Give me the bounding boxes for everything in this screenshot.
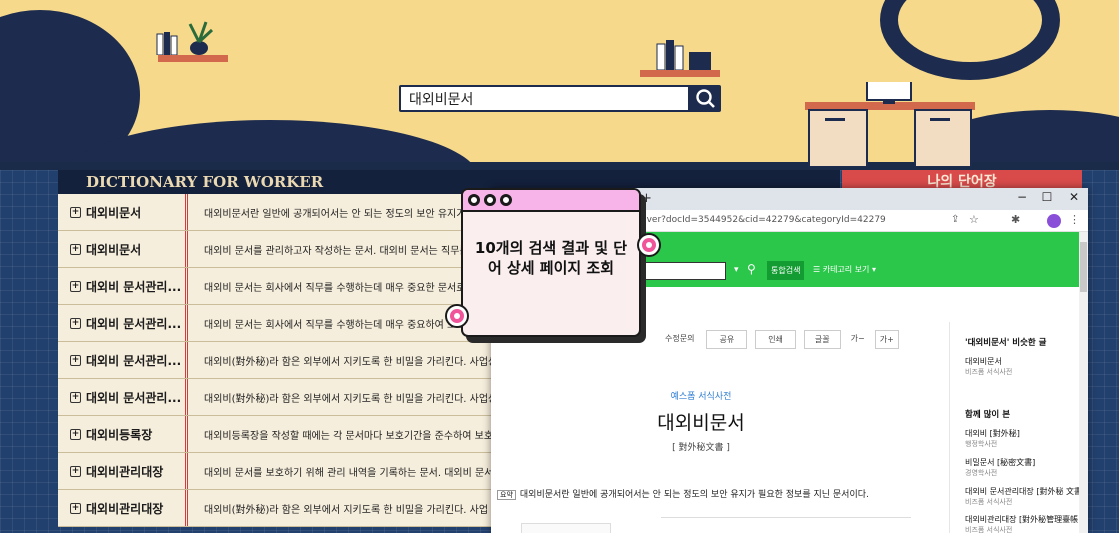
- popular-item-source: 비즈폼 서식사전: [965, 526, 1013, 533]
- result-word[interactable]: 대외비관리대장: [86, 500, 163, 517]
- font-button[interactable]: 글꼴: [803, 330, 841, 349]
- profile-avatar[interactable]: [1047, 214, 1061, 228]
- result-word[interactable]: 대외비관리대장: [86, 463, 163, 480]
- article-hanja: [ 對外秘文書 ]: [672, 443, 730, 453]
- similar-title: '대외비문서' 비슷한 글: [965, 338, 1047, 348]
- summary-text: 대외비문서란 일반에 공개되어서는 안 되는 정도의 보안 유지가 필요한 정보…: [519, 490, 869, 500]
- window-dot-icon: [484, 194, 496, 206]
- article-headword: 대외비문서: [657, 412, 745, 434]
- search-icon[interactable]: ⚲: [747, 262, 756, 276]
- new-tab-button[interactable]: +: [641, 191, 652, 206]
- scrollbar[interactable]: [1079, 232, 1088, 533]
- result-word[interactable]: 대외비문서: [86, 241, 141, 258]
- popular-item-source: 비즈폼 서식사전: [965, 498, 1013, 506]
- popular-item[interactable]: 비밀문서 [秘密文書] 경영학사전: [965, 457, 1035, 478]
- add-word-icon[interactable]: +: [70, 317, 81, 329]
- popular-item[interactable]: 대외비 문서관리대장 [對外秘 文書 비즈폼 서식사전: [965, 486, 1082, 507]
- sidebar-divider: [949, 322, 950, 533]
- pin-marker-icon: [639, 235, 659, 255]
- plant-icon: [180, 18, 218, 56]
- search-input[interactable]: [401, 87, 688, 110]
- print-button[interactable]: 인쇄: [755, 330, 796, 349]
- callout-text: 10개의 검색 결과 및 단어 상세 페이지 조회: [474, 239, 628, 277]
- add-word-icon[interactable]: +: [70, 243, 81, 255]
- popular-item-title[interactable]: 대외비관리대장 [對外秘管理臺帳: [965, 514, 1078, 525]
- integrated-search-button[interactable]: 통합검색: [767, 261, 805, 280]
- add-word-icon[interactable]: +: [70, 465, 81, 477]
- maximize-button[interactable]: ☐: [1036, 190, 1058, 204]
- decor-shelf-left: [158, 55, 228, 62]
- popular-item[interactable]: 대외비 [對外秘] 행정학사전: [965, 428, 1020, 449]
- share-button[interactable]: 공유: [706, 330, 748, 349]
- popular-item-source: 경영학사전: [965, 469, 998, 477]
- article-divider: [661, 517, 911, 518]
- related-sidebar: '대외비문서' 비슷한 글 대외비문서 비즈폼 서식사전 함께 많이 본 대외비…: [951, 322, 1082, 533]
- popular-item-source: 행정학사전: [965, 440, 998, 448]
- search-icon: [696, 89, 715, 108]
- font-decrease-button[interactable]: 가−: [849, 330, 867, 349]
- share-icon[interactable]: ⇪: [951, 214, 959, 225]
- add-word-icon[interactable]: +: [70, 502, 81, 514]
- bookmark-star-icon[interactable]: ☆: [969, 213, 979, 226]
- callout-window: 10개의 검색 결과 및 단어 상세 페이지 조회: [461, 188, 641, 337]
- similar-item-title[interactable]: 대외비문서: [965, 356, 1012, 367]
- minimize-button[interactable]: −: [1011, 190, 1033, 204]
- result-word[interactable]: 대외비 문서관리...: [86, 389, 181, 406]
- scrollbar-thumb[interactable]: [1080, 242, 1087, 292]
- window-dot-icon: [500, 194, 512, 206]
- dropdown-icon[interactable]: ▾: [734, 265, 739, 275]
- result-word[interactable]: 대외비 문서관리...: [86, 352, 181, 369]
- popular-title: 함께 많이 본: [965, 410, 1011, 420]
- font-increase-button[interactable]: 가+: [874, 330, 899, 349]
- add-word-icon[interactable]: +: [70, 428, 81, 440]
- category-button[interactable]: ☰ 카테고리 보기 ▾: [813, 264, 876, 275]
- close-button[interactable]: ✕: [1063, 190, 1085, 204]
- search-button[interactable]: [690, 85, 721, 112]
- result-word[interactable]: 대외비등록장: [86, 426, 152, 443]
- books-icon: [156, 30, 182, 56]
- result-word[interactable]: 대외비 문서관리...: [86, 315, 181, 332]
- similar-item[interactable]: 대외비문서 비즈폼 서식사전: [965, 356, 1012, 377]
- desk-illustration: [805, 71, 975, 168]
- result-word[interactable]: 대외비문서: [86, 204, 141, 221]
- popular-item[interactable]: 대외비관리대장 [對外秘管理臺帳 비즈폼 서식사전: [965, 514, 1078, 533]
- decor-shelf-right: [640, 70, 720, 77]
- window-dot-icon: [468, 194, 480, 206]
- article-summary: 요약 대외비문서란 일반에 공개되어서는 안 되는 정도의 보안 유지가 필요한 …: [497, 487, 869, 500]
- popular-item-title[interactable]: 비밀문서 [秘密文書]: [965, 457, 1035, 468]
- summary-tag: 요약: [497, 490, 516, 500]
- article-source[interactable]: 예스폼 서식사전: [491, 389, 911, 402]
- document-thumbnail[interactable]: [521, 523, 611, 533]
- result-word[interactable]: 대외비 문서관리...: [86, 278, 181, 295]
- add-word-icon[interactable]: +: [70, 354, 81, 366]
- pin-marker-icon: [447, 306, 467, 326]
- books-icon: [655, 38, 715, 71]
- menu-kebab-icon[interactable]: ⋮: [1069, 213, 1080, 226]
- hero-banner: [0, 0, 1119, 170]
- add-word-icon[interactable]: +: [70, 280, 81, 292]
- callout-titlebar: [463, 190, 639, 212]
- add-word-icon[interactable]: +: [70, 391, 81, 403]
- decor-blob-right: [880, 0, 1060, 80]
- report-edit-link[interactable]: 수정문의: [661, 330, 698, 349]
- add-word-icon[interactable]: +: [70, 206, 81, 218]
- popular-item-title[interactable]: 대외비 문서관리대장 [對外秘 文書: [965, 486, 1082, 497]
- hero-search-box: [399, 85, 721, 112]
- popular-item-title[interactable]: 대외비 [對外秘]: [965, 428, 1020, 439]
- article-toolbar: 수정문의 공유 인쇄 글꼴 가− 가+: [661, 330, 899, 349]
- extensions-icon[interactable]: ✱: [1011, 213, 1020, 226]
- similar-item-source: 비즈폼 서식사전: [965, 368, 1013, 376]
